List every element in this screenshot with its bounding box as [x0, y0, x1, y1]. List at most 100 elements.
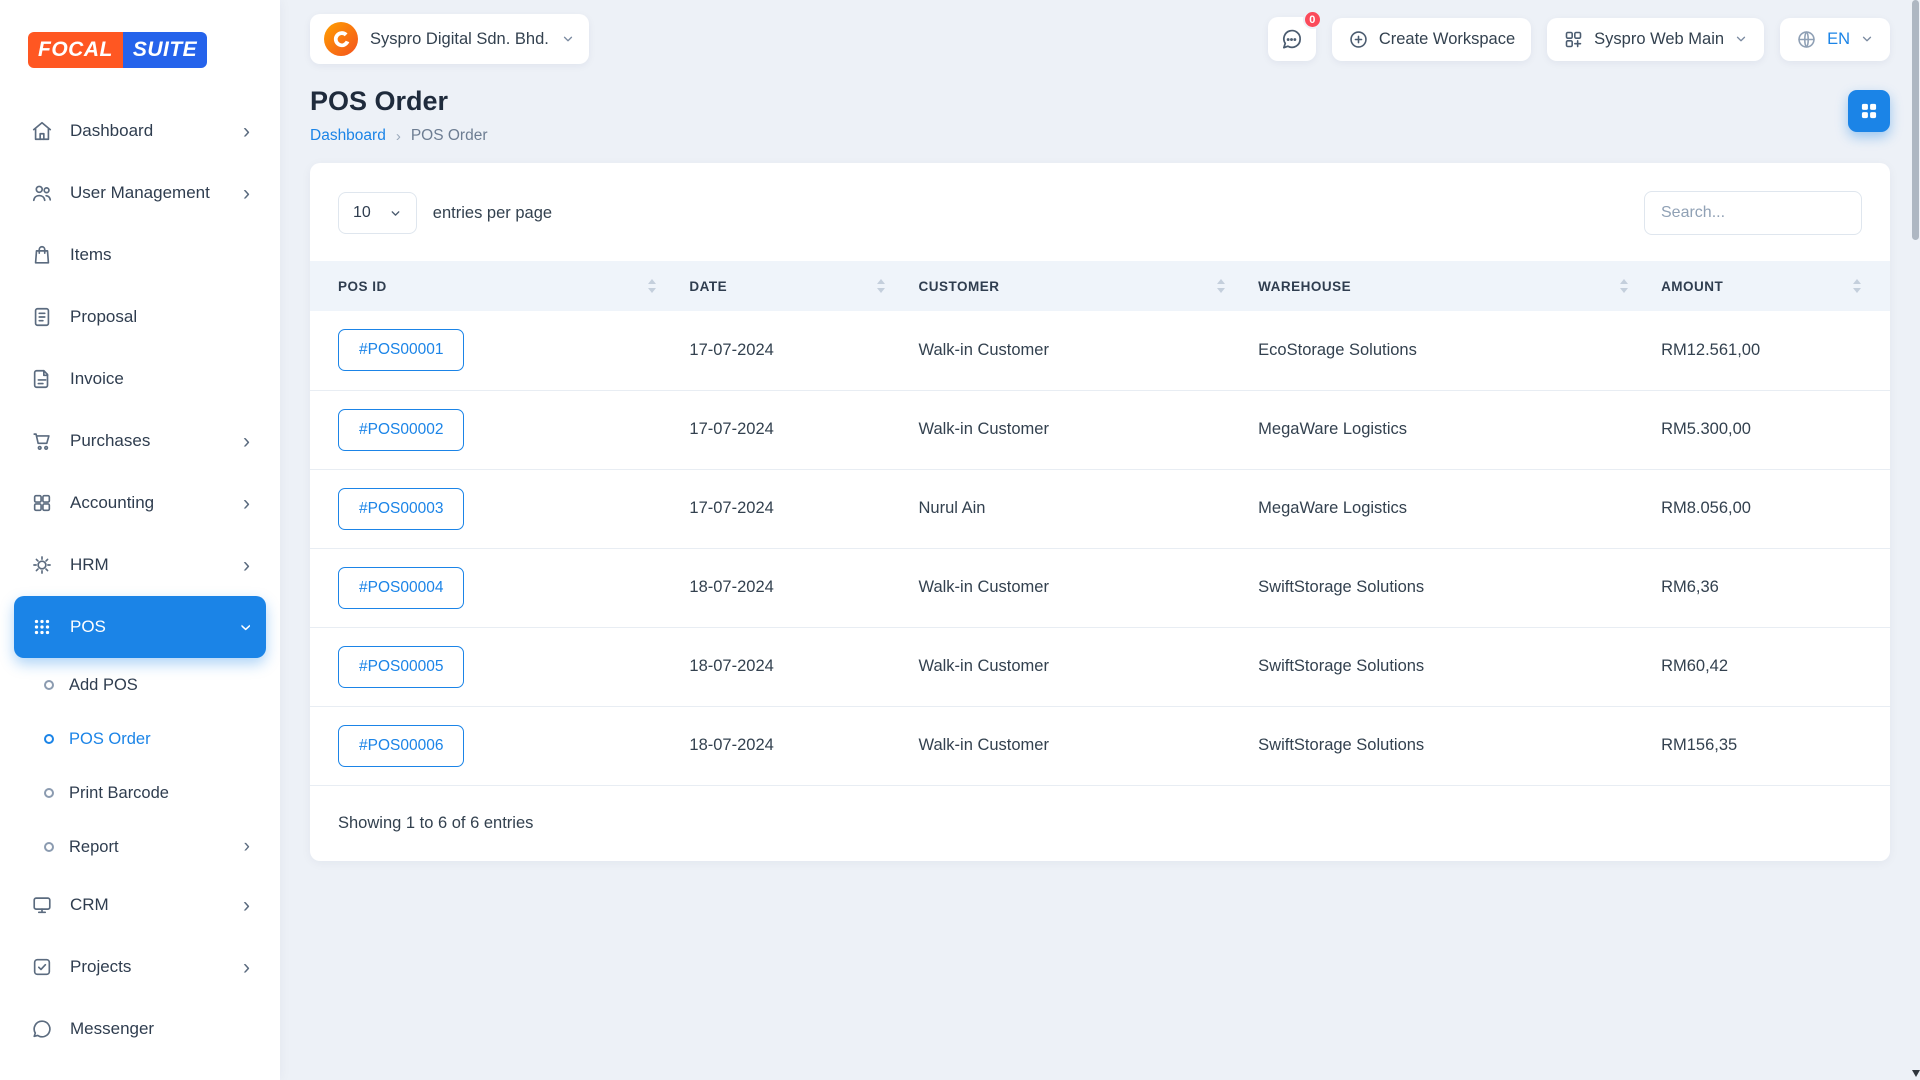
- sort-icon[interactable]: [1216, 278, 1226, 294]
- sort-icon[interactable]: [1852, 278, 1862, 294]
- cell-date: 17-07-2024: [673, 311, 902, 390]
- sidebar-item-dashboard[interactable]: Dashboard ›: [14, 100, 266, 162]
- table-header: POS ID DATE CUSTOMER WAREHOUSE AMOUNT: [310, 261, 1890, 311]
- sidebar-item-messenger[interactable]: Messenger: [14, 998, 266, 1060]
- table-row: #POS00004 18-07-2024 Walk-in Customer Sw…: [310, 548, 1890, 627]
- table-body: #POS00001 17-07-2024 Walk-in Customer Ec…: [310, 311, 1890, 785]
- globe-icon: [1796, 29, 1817, 50]
- brand-logo[interactable]: FOCAL SUITE: [0, 0, 280, 100]
- chevron-right-icon: ›: [243, 493, 250, 514]
- chevron-down-icon: [389, 207, 402, 220]
- page-title: POS Order: [310, 86, 488, 117]
- search-input[interactable]: [1644, 191, 1862, 235]
- sidebar-item-purchases[interactable]: Purchases ›: [14, 410, 266, 472]
- sidebar-item-invoice[interactable]: Invoice: [14, 348, 266, 410]
- cell-date: 17-07-2024: [673, 390, 902, 469]
- breadcrumb-current: POS Order: [411, 127, 488, 145]
- pos-order-table: POS ID DATE CUSTOMER WAREHOUSE AMOUNT #P…: [310, 261, 1890, 786]
- sidebar-item-projects[interactable]: Projects ›: [14, 936, 266, 998]
- sort-icon[interactable]: [876, 278, 886, 294]
- chevron-down-icon: [1734, 32, 1748, 46]
- table-row: #POS00001 17-07-2024 Walk-in Customer Ec…: [310, 311, 1890, 390]
- brand-logo-focal: FOCAL: [28, 32, 123, 68]
- sidebar-item-items[interactable]: Items: [14, 224, 266, 286]
- grid-icon: [30, 491, 54, 515]
- breadcrumb-dashboard-link[interactable]: Dashboard: [310, 127, 386, 145]
- column-label: DATE: [689, 279, 727, 294]
- chevron-down-icon: [561, 32, 575, 46]
- brand-logo-suite: SUITE: [123, 32, 207, 68]
- pos-id-button[interactable]: #POS00004: [338, 567, 464, 609]
- sidebar-item-label: Purchases: [70, 431, 150, 451]
- entries-per-page-select[interactable]: 10: [338, 192, 417, 234]
- cell-amount: RM156,35: [1645, 706, 1890, 785]
- pos-id-button[interactable]: #POS00005: [338, 646, 464, 688]
- company-logo-icon: [324, 22, 358, 56]
- cell-customer: Walk-in Customer: [902, 548, 1242, 627]
- scrollbar-down-arrow-icon[interactable]: [1912, 1070, 1920, 1077]
- chevron-right-icon: ›: [243, 895, 250, 916]
- pos-id-button[interactable]: #POS00003: [338, 488, 464, 530]
- pos-id-button[interactable]: #POS00002: [338, 409, 464, 451]
- sidebar-item-pos[interactable]: POS ›: [14, 596, 266, 658]
- workspace-selector[interactable]: Syspro Web Main: [1547, 18, 1764, 61]
- users-icon: [30, 181, 54, 205]
- language-code: EN: [1827, 30, 1850, 49]
- cell-warehouse: MegaWare Logistics: [1242, 469, 1645, 548]
- cell-date: 18-07-2024: [673, 548, 902, 627]
- language-selector[interactable]: EN: [1780, 18, 1890, 61]
- column-header-warehouse[interactable]: WAREHOUSE: [1242, 261, 1645, 311]
- table-controls: 10 entries per page: [310, 191, 1890, 235]
- cell-customer: Walk-in Customer: [902, 390, 1242, 469]
- column-header-pos-id[interactable]: POS ID: [310, 261, 673, 311]
- company-selector[interactable]: Syspro Digital Sdn. Bhd.: [310, 14, 589, 64]
- entries-per-page-value: 10: [353, 204, 371, 222]
- column-header-amount[interactable]: AMOUNT: [1645, 261, 1890, 311]
- sidebar-item-accounting[interactable]: Accounting ›: [14, 472, 266, 534]
- page-header: POS Order Dashboard › POS Order: [280, 78, 1920, 145]
- pos-id-button[interactable]: #POS00006: [338, 725, 464, 767]
- cell-amount: RM5.300,00: [1645, 390, 1890, 469]
- cell-warehouse: SwiftStorage Solutions: [1242, 627, 1645, 706]
- sidebar-item-label: User Management: [70, 183, 210, 203]
- check-square-icon: [30, 955, 54, 979]
- messages-button[interactable]: 0: [1268, 17, 1316, 61]
- chevron-right-icon: ›: [243, 183, 250, 204]
- sidebar-item-label: Messenger: [70, 1019, 154, 1039]
- sidebar-subitem-report[interactable]: Report ›: [14, 820, 266, 874]
- sidebar-item-label: POS: [70, 617, 106, 637]
- chevron-right-icon: ›: [243, 957, 250, 978]
- sidebar-subitem-pos-order[interactable]: POS Order: [14, 712, 266, 766]
- cart-icon: [30, 429, 54, 453]
- create-workspace-button[interactable]: Create Workspace: [1332, 18, 1531, 61]
- proposal-icon: [30, 305, 54, 329]
- cell-customer: Walk-in Customer: [902, 706, 1242, 785]
- column-header-date[interactable]: DATE: [673, 261, 902, 311]
- column-header-customer[interactable]: CUSTOMER: [902, 261, 1242, 311]
- sidebar-item-label: Projects: [70, 957, 131, 977]
- bullet-icon: [44, 842, 54, 852]
- chevron-right-icon: ›: [244, 836, 250, 858]
- cell-warehouse: SwiftStorage Solutions: [1242, 548, 1645, 627]
- sidebar-item-proposal[interactable]: Proposal: [14, 286, 266, 348]
- sidebar-item-label: Invoice: [70, 369, 124, 389]
- sidebar-item-crm[interactable]: CRM ›: [14, 874, 266, 936]
- sidebar-item-help-desk[interactable]: Help Desk: [14, 1060, 266, 1080]
- sidebar-item-user-management[interactable]: User Management ›: [14, 162, 266, 224]
- cell-amount: RM12.561,00: [1645, 311, 1890, 390]
- sort-icon[interactable]: [1619, 278, 1629, 294]
- scrollbar-thumb[interactable]: [1912, 0, 1919, 240]
- sidebar-subitem-print-barcode[interactable]: Print Barcode: [14, 766, 266, 820]
- table-row: #POS00006 18-07-2024 Walk-in Customer Sw…: [310, 706, 1890, 785]
- sidebar-item-hrm[interactable]: HRM ›: [14, 534, 266, 596]
- column-label: WAREHOUSE: [1258, 279, 1351, 294]
- sidebar-item-label: Items: [70, 245, 112, 265]
- cell-date: 17-07-2024: [673, 469, 902, 548]
- subitem-label: Add POS: [69, 676, 138, 695]
- monitor-icon: [30, 893, 54, 917]
- layout-grid-button[interactable]: [1848, 90, 1890, 132]
- pos-id-button[interactable]: #POS00001: [338, 329, 464, 371]
- sort-icon[interactable]: [647, 278, 657, 294]
- sidebar-subitem-add-pos[interactable]: Add POS: [14, 658, 266, 712]
- scrollbar[interactable]: [1911, 0, 1920, 1080]
